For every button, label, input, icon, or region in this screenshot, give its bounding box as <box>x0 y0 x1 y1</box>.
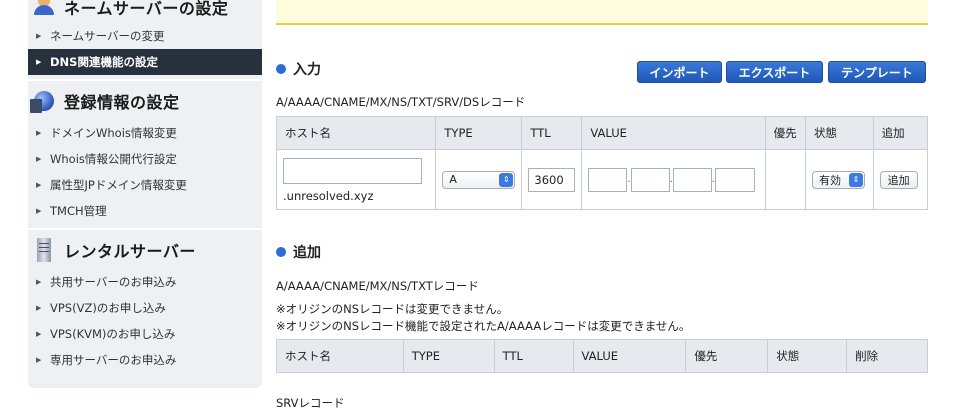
table-header-row: ホスト名 TYPE TTL VALUE 優先 状態 削除 <box>276 339 928 373</box>
ns-note-1: ※オリジンのNSレコードは変更できません。 <box>276 302 509 316</box>
sidebar-item-label: VPS(VZ)のお申し込み <box>50 301 166 315</box>
host-input[interactable] <box>283 158 422 184</box>
export-button[interactable]: エクスポート <box>726 61 823 83</box>
arrow-right-icon: ▶ <box>36 207 42 215</box>
arrow-right-icon: ▶ <box>36 181 42 189</box>
notice-box <box>276 0 928 25</box>
column-priority: 優先 <box>685 339 769 373</box>
sidebar-item-label: 専用サーバーのお申込み <box>50 353 177 367</box>
sidebar: ネームサーバーの設定 ▶ ネームサーバーの変更 ▶ DNS関連機能の設定 登録情… <box>28 0 262 388</box>
sidebar-section-rental: レンタルサーバー <box>28 233 262 267</box>
table-header-row: ホスト名 TYPE TTL VALUE 優先 状態 追加 <box>275 116 929 150</box>
sidebar-section-title: ネームサーバーの設定 <box>64 0 229 18</box>
priority-cell <box>764 149 807 210</box>
column-delete: 削除 <box>846 339 928 373</box>
input-record-table: ホスト名 TYPE TTL VALUE 優先 状態 追加 .unresolved… <box>275 116 929 210</box>
arrow-right-icon: ▶ <box>36 356 42 364</box>
arrow-right-icon: ▶ <box>36 58 42 66</box>
sidebar-item-nameserver-change[interactable]: ▶ ネームサーバーの変更 <box>28 23 262 49</box>
column-value: VALUE <box>572 339 687 373</box>
sidebar-item-label: DNS関連機能の設定 <box>50 55 158 69</box>
column-ttl: TTL <box>521 116 583 150</box>
status-select-value: 有効 <box>819 173 842 187</box>
bullet-icon <box>276 64 286 74</box>
type-select[interactable]: A ⇕ <box>442 170 516 189</box>
sidebar-item-label: Whois情報公開代行設定 <box>50 152 177 166</box>
added-record-types-caption: A/AAAA/CNAME/MX/NS/TXTレコード <box>276 279 479 293</box>
arrow-right-icon: ▶ <box>36 304 42 312</box>
sidebar-item-vps-kvm[interactable]: ▶ VPS(KVM)のお申し込み <box>28 321 262 347</box>
sidebar-item-shared-server[interactable]: ▶ 共用サーバーのお申込み <box>28 269 262 295</box>
srv-record-caption: SRVレコード <box>276 396 345 410</box>
value-octet-4-input[interactable] <box>714 167 755 192</box>
column-host: ホスト名 <box>276 339 404 373</box>
arrow-right-icon: ▶ <box>36 330 42 338</box>
sidebar-item-label: 属性型JPドメイン情報変更 <box>50 178 187 192</box>
column-priority: 優先 <box>764 116 807 150</box>
column-type: TYPE <box>402 339 495 373</box>
sidebar-divider <box>28 79 262 81</box>
sidebar-section-title: 登録情報の設定 <box>64 93 180 112</box>
domain-suffix: .unresolved.xyz <box>283 189 374 203</box>
column-value: VALUE <box>581 116 766 150</box>
arrow-right-icon: ▶ <box>36 278 42 286</box>
column-add: 追加 <box>872 116 929 150</box>
column-host: ホスト名 <box>275 116 437 150</box>
input-section-heading: 入力 <box>276 59 321 79</box>
added-section-heading: 追加 <box>276 242 321 262</box>
bullet-icon <box>276 247 286 257</box>
added-record-table: ホスト名 TYPE TTL VALUE 優先 状態 削除 <box>276 339 928 373</box>
heading-text: 入力 <box>293 62 321 78</box>
user-icon <box>32 0 56 19</box>
sidebar-item-label: VPS(KVM)のお申し込み <box>50 327 176 341</box>
sidebar-item-vps-vz[interactable]: ▶ VPS(VZ)のお申し込み <box>28 295 262 321</box>
column-type: TYPE <box>435 116 523 150</box>
sidebar-divider <box>28 228 262 230</box>
arrow-right-icon: ▶ <box>36 155 42 163</box>
select-arrows-icon: ⇕ <box>849 172 864 187</box>
sidebar-item-whois-privacy[interactable]: ▶ Whois情報公開代行設定 <box>28 146 262 172</box>
sidebar-item-label: ネームサーバーの変更 <box>50 29 165 43</box>
value-octet-3-input[interactable] <box>672 167 712 192</box>
sidebar-item-tmch[interactable]: ▶ TMCH管理 <box>28 198 262 224</box>
type-select-value: A <box>449 173 457 186</box>
sidebar-item-dns-settings[interactable]: ▶ DNS関連機能の設定 <box>28 49 262 75</box>
arrow-right-icon: ▶ <box>36 32 42 40</box>
sidebar-item-label: 共用サーバーのお申込み <box>50 275 177 289</box>
sidebar-item-jp-domain-info[interactable]: ▶ 属性型JPドメイン情報変更 <box>28 172 262 198</box>
add-record-button[interactable]: 追加 <box>879 170 918 189</box>
ns-note-2: ※オリジンのNSレコード機能で設定されたA/AAAAレコードは変更できません。 <box>276 319 691 333</box>
sidebar-item-whois-change[interactable]: ▶ ドメインWhois情報変更 <box>28 120 262 146</box>
value-octet-2-input[interactable] <box>630 167 670 192</box>
column-ttl: TTL <box>493 339 574 373</box>
sidebar-item-dedicated-server[interactable]: ▶ 専用サーバーのお申込み <box>28 347 262 373</box>
input-record-types-caption: A/AAAA/CNAME/MX/NS/TXT/SRV/DSレコード <box>276 95 526 109</box>
column-status: 状態 <box>805 116 874 150</box>
status-select[interactable]: 有効 ⇕ <box>812 170 866 189</box>
arrow-right-icon: ▶ <box>36 129 42 137</box>
template-button[interactable]: テンプレート <box>828 61 926 83</box>
value-octet-1-input[interactable] <box>588 167 628 192</box>
column-status: 状態 <box>767 339 848 373</box>
table-row: .unresolved.xyz A ⇕ 3600 . . . 有効 ⇕ 追加 <box>275 149 929 210</box>
import-button[interactable]: インポート <box>637 61 722 83</box>
globe-book-icon <box>30 89 56 113</box>
sidebar-section-title: レンタルサーバー <box>64 242 196 261</box>
server-icon <box>32 238 56 262</box>
heading-text: 追加 <box>293 245 321 261</box>
ttl-input[interactable]: 3600 <box>528 167 576 192</box>
sidebar-section-nameserver: ネームサーバーの設定 <box>28 0 262 24</box>
sidebar-item-label: TMCH管理 <box>50 204 107 218</box>
select-arrows-icon: ⇕ <box>499 172 514 187</box>
sidebar-section-registration: 登録情報の設定 <box>28 84 262 118</box>
sidebar-item-label: ドメインWhois情報変更 <box>50 126 177 140</box>
